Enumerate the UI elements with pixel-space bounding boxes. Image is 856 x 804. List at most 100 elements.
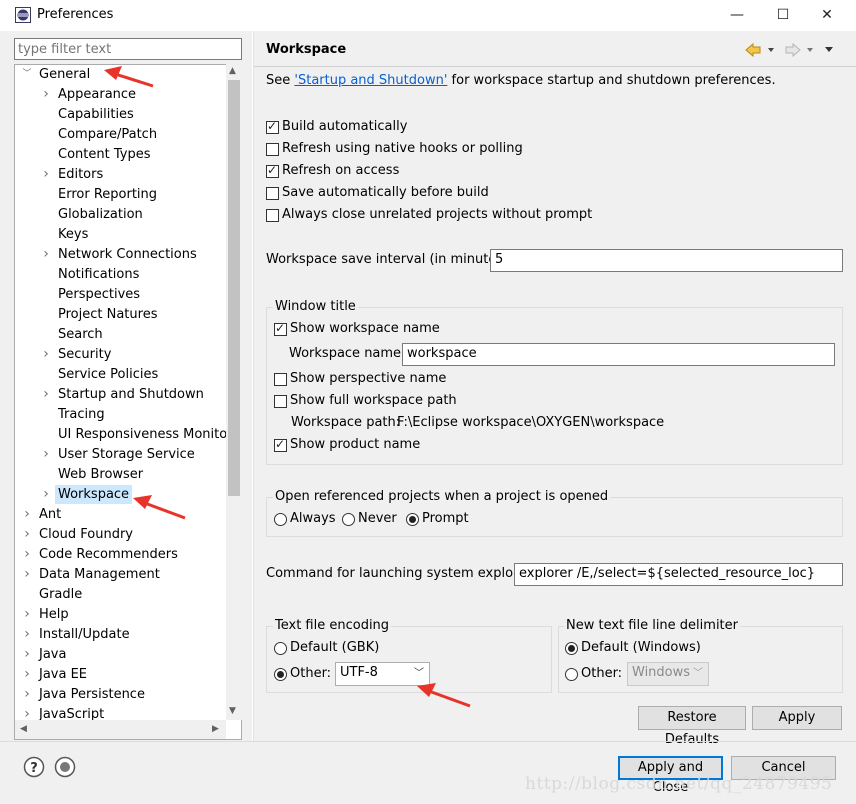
maximize-button[interactable]: ☐: [760, 0, 806, 31]
show-workspace-name-checkbox[interactable]: [274, 321, 287, 336]
tree-item-label: Java EE: [39, 667, 88, 682]
tree-item-label: General: [39, 67, 91, 82]
startup-shutdown-link[interactable]: 'Startup and Shutdown': [294, 73, 447, 88]
tree-item-web-browser[interactable]: Web Browser: [15, 465, 241, 485]
option-checkbox[interactable]: [266, 119, 279, 134]
explorer-command-input[interactable]: explorer /E,/select=${selected_resource_…: [514, 563, 843, 586]
close-button[interactable]: ✕: [804, 0, 850, 31]
tree-item-java[interactable]: › Java: [15, 645, 241, 665]
show-perspective-name-checkbox[interactable]: [274, 373, 287, 386]
chevron-down-icon[interactable]: ﹀: [22, 65, 32, 85]
scroll-right-icon[interactable]: ▶: [212, 724, 219, 734]
option-checkbox[interactable]: [266, 187, 279, 200]
chevron-right-icon[interactable]: ›: [22, 505, 32, 525]
show-product-name-checkbox[interactable]: [274, 437, 287, 452]
tree-item-compare-patch[interactable]: Compare/Patch: [15, 125, 241, 145]
forward-arrow-icon[interactable]: [785, 42, 801, 58]
chevron-right-icon[interactable]: ›: [41, 445, 51, 465]
chevron-right-icon[interactable]: ›: [22, 605, 32, 625]
tree-item-keys[interactable]: Keys: [15, 225, 241, 245]
tree-item-globalization[interactable]: Globalization: [15, 205, 241, 225]
chevron-right-icon[interactable]: ›: [22, 645, 32, 665]
back-dropdown-icon[interactable]: [768, 48, 774, 52]
delimiter-select[interactable]: Windows ﹀: [627, 662, 709, 686]
chevron-right-icon[interactable]: ›: [22, 545, 32, 565]
option-label: Refresh on access: [282, 163, 400, 178]
import-export-icon[interactable]: [54, 756, 76, 778]
tree-item-ui-responsiveness-monitoring[interactable]: UI Responsiveness Monitoring: [15, 425, 241, 445]
minimize-button[interactable]: —: [714, 0, 760, 31]
view-menu-icon[interactable]: [825, 47, 833, 52]
always-radio[interactable]: [274, 513, 287, 526]
tree-item-ant[interactable]: › Ant: [15, 505, 241, 525]
scroll-left-icon[interactable]: ◀: [20, 724, 27, 734]
workspace-name-input[interactable]: workspace: [402, 343, 835, 366]
tree-scroll-thumb[interactable]: [228, 80, 240, 496]
chevron-right-icon[interactable]: ›: [22, 525, 32, 545]
forward-dropdown-icon[interactable]: [807, 48, 813, 52]
other-delimiter-radio[interactable]: [565, 668, 578, 681]
tree-item-content-types[interactable]: Content Types: [15, 145, 241, 165]
tree-item-editors[interactable]: › Editors: [15, 165, 241, 185]
startup-description: See 'Startup and Shutdown' for workspace…: [266, 73, 776, 88]
chevron-right-icon[interactable]: ›: [41, 245, 51, 265]
tree-item-label: Compare/Patch: [58, 127, 158, 142]
tree-item-data-management[interactable]: › Data Management: [15, 565, 241, 585]
tree-item-startup-and-shutdown[interactable]: › Startup and Shutdown: [15, 385, 241, 405]
help-icon[interactable]: ?: [23, 756, 45, 778]
option-checkbox[interactable]: [266, 163, 279, 178]
chevron-right-icon[interactable]: ›: [22, 565, 32, 585]
chevron-right-icon[interactable]: ›: [41, 485, 51, 505]
tree-item-appearance[interactable]: › Appearance: [15, 85, 241, 105]
tree-item-security[interactable]: › Security: [15, 345, 241, 365]
scroll-down-icon[interactable]: ▼: [229, 706, 236, 716]
tree-item-tracing[interactable]: Tracing: [15, 405, 241, 425]
tree-item-capabilities[interactable]: Capabilities: [15, 105, 241, 125]
option-checkbox[interactable]: [266, 143, 279, 156]
chevron-right-icon[interactable]: ›: [22, 625, 32, 645]
never-radio[interactable]: [342, 513, 355, 526]
tree-item-project-natures[interactable]: Project Natures: [15, 305, 241, 325]
tree-item-java-ee[interactable]: › Java EE: [15, 665, 241, 685]
back-arrow-icon[interactable]: [745, 42, 761, 58]
show-full-path-checkbox[interactable]: [274, 395, 287, 408]
tree-horizontal-scrollbar[interactable]: [15, 720, 226, 739]
chevron-right-icon[interactable]: ›: [41, 85, 51, 105]
tree-item-gradle[interactable]: Gradle: [15, 585, 241, 605]
scroll-up-icon[interactable]: ▲: [229, 66, 236, 76]
tree-item-install-update[interactable]: › Install/Update: [15, 625, 241, 645]
option-checkbox[interactable]: [266, 209, 279, 222]
tree-item-service-policies[interactable]: Service Policies: [15, 365, 241, 385]
tree-item-notifications[interactable]: Notifications: [15, 265, 241, 285]
tree-item-cloud-foundry[interactable]: › Cloud Foundry: [15, 525, 241, 545]
chevron-right-icon[interactable]: ›: [41, 165, 51, 185]
show-workspace-name-label: Show workspace name: [290, 321, 440, 336]
apply-button[interactable]: Apply: [752, 706, 842, 730]
prompt-radio[interactable]: [406, 513, 419, 526]
tree-item-workspace[interactable]: › Workspace: [15, 485, 241, 505]
tree-item-search[interactable]: Search: [15, 325, 241, 345]
preference-tree[interactable]: ﹀ General › Appearance Capabilities Compare/P…: [14, 64, 242, 740]
sash-divider[interactable]: [252, 31, 254, 741]
default-encoding-radio[interactable]: [274, 642, 287, 655]
tree-item-general[interactable]: ﹀ General: [15, 65, 241, 85]
tree-item-help[interactable]: › Help: [15, 605, 241, 625]
restore-defaults-button[interactable]: Restore Defaults: [638, 706, 746, 747]
tree-item-user-storage-service[interactable]: › User Storage Service: [15, 445, 241, 465]
tree-item-label: Help: [39, 607, 69, 622]
other-encoding-radio[interactable]: [274, 668, 287, 681]
tree-item-error-reporting[interactable]: Error Reporting: [15, 185, 241, 205]
tree-item-java-persistence[interactable]: › Java Persistence: [15, 685, 241, 705]
chevron-right-icon[interactable]: ›: [22, 665, 32, 685]
chevron-right-icon[interactable]: ›: [41, 385, 51, 405]
option-label: Always close unrelated projects without …: [282, 207, 593, 222]
filter-input[interactable]: [14, 38, 242, 60]
save-interval-input[interactable]: 5: [490, 249, 843, 272]
tree-item-perspectives[interactable]: Perspectives: [15, 285, 241, 305]
encoding-select[interactable]: UTF-8 ﹀: [335, 662, 430, 686]
tree-item-network-connections[interactable]: › Network Connections: [15, 245, 241, 265]
tree-item-code-recommenders[interactable]: › Code Recommenders: [15, 545, 241, 565]
chevron-right-icon[interactable]: ›: [22, 685, 32, 705]
default-delimiter-radio[interactable]: [565, 642, 578, 655]
chevron-right-icon[interactable]: ›: [41, 345, 51, 365]
